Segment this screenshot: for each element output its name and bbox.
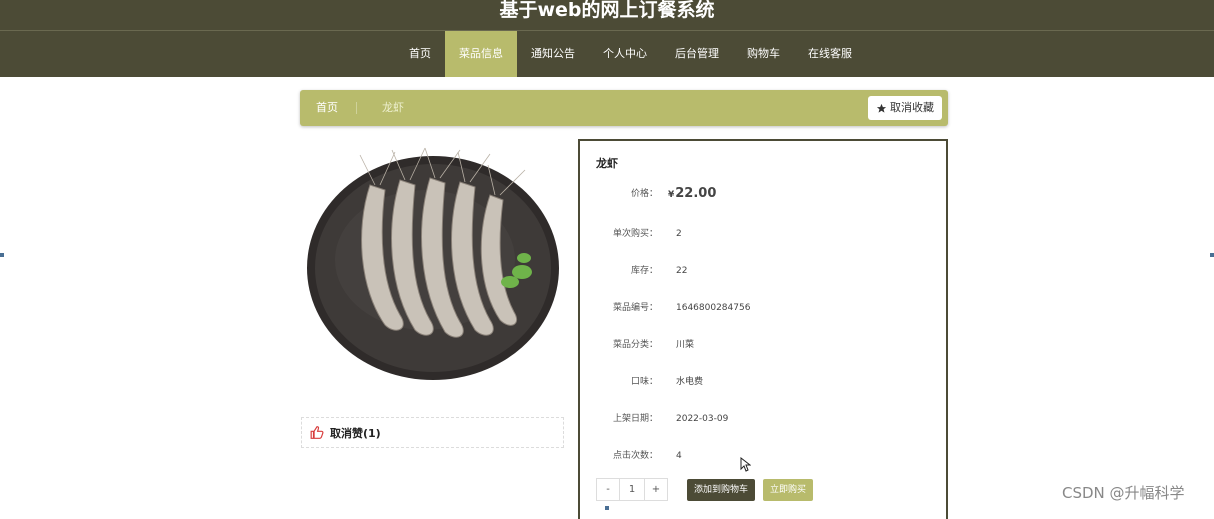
detail-value: 水电费 — [676, 377, 704, 387]
detail-label: 库存： — [630, 266, 658, 276]
detail-row: 点击次数： 4 — [580, 446, 946, 466]
detail-label: 菜品分类： — [612, 340, 658, 350]
edge-marker — [1210, 253, 1214, 257]
price-row: 价格： ¥22.00 — [580, 184, 946, 204]
detail-value: 川菜 — [676, 340, 695, 350]
unfavorite-label: 取消收藏 — [890, 101, 934, 114]
quantity-input[interactable]: 1 — [619, 479, 645, 500]
nav-item-cart[interactable]: 购物车 — [733, 31, 794, 77]
star-icon — [876, 103, 887, 113]
detail-label: 上架日期： — [612, 414, 658, 424]
unlike-label: 取消赞(1) — [330, 426, 381, 440]
detail-label: 口味： — [630, 377, 658, 387]
breadcrumb-separator — [356, 102, 357, 114]
product-detail-panel: 龙虾 价格： ¥22.00 单次购买： 2 库存： 22 菜品编号： 16468… — [578, 139, 948, 519]
detail-value: 2 — [676, 229, 682, 239]
detail-value: 2022-03-09 — [676, 414, 729, 424]
price-label: 价格： — [630, 189, 658, 199]
mouse-pointer-icon — [740, 457, 751, 472]
nav-item-notices[interactable]: 通知公告 — [517, 31, 589, 77]
site-header: 基于web的网上订餐系统 首页 菜品信息 通知公告 个人中心 后台管理 购物车 … — [0, 0, 1214, 77]
unlike-button[interactable]: 取消赞(1) — [301, 417, 564, 448]
quantity-decrease-button[interactable]: - — [597, 479, 619, 500]
detail-value: 22 — [676, 266, 688, 276]
detail-label: 菜品编号： — [612, 303, 658, 313]
detail-row: 单次购买： 2 — [580, 224, 946, 244]
add-to-cart-button[interactable]: 添加到购物车 — [687, 479, 756, 501]
detail-row: 口味： 水电费 — [580, 372, 946, 392]
product-image — [300, 140, 568, 390]
quantity-increase-button[interactable]: + — [645, 479, 667, 500]
site-title: 基于web的网上订餐系统 — [499, 0, 715, 21]
edge-marker — [0, 253, 4, 257]
watermark: CSDN @升幅科学 — [1062, 484, 1185, 502]
nav-item-dishes[interactable]: 菜品信息 — [445, 31, 517, 77]
main-nav: 首页 菜品信息 通知公告 个人中心 后台管理 购物车 在线客服 — [395, 31, 866, 77]
quantity-stepper: - 1 + — [596, 478, 668, 501]
unfavorite-button[interactable]: 取消收藏 — [868, 96, 942, 120]
price-value: ¥22.00 — [668, 184, 716, 205]
detail-label: 单次购买： — [612, 229, 658, 239]
nav-item-profile[interactable]: 个人中心 — [589, 31, 661, 77]
buy-now-button[interactable]: 立即购买 — [763, 479, 814, 501]
currency-symbol: ¥ — [668, 190, 675, 200]
thumbs-up-icon — [310, 426, 324, 439]
breadcrumb-current: 龙虾 — [382, 101, 404, 114]
detail-value: 1646800284756 — [676, 303, 751, 313]
detail-label: 点击次数： — [612, 451, 658, 461]
detail-row: 菜品分类： 川菜 — [580, 335, 946, 355]
detail-row: 库存： 22 — [580, 261, 946, 281]
nav-item-support[interactable]: 在线客服 — [794, 31, 866, 77]
nav-item-admin[interactable]: 后台管理 — [661, 31, 733, 77]
detail-row: 上架日期： 2022-03-09 — [580, 409, 946, 429]
breadcrumb-home-link[interactable]: 首页 — [316, 90, 338, 126]
product-name: 龙虾 — [596, 157, 618, 170]
nav-item-home[interactable]: 首页 — [395, 31, 445, 77]
breadcrumb: 首页 龙虾 取消收藏 — [300, 90, 948, 126]
price-amount: 22.00 — [675, 186, 717, 201]
detail-row: 菜品编号： 1646800284756 — [580, 298, 946, 318]
edge-marker — [605, 506, 609, 510]
detail-value: 4 — [676, 451, 682, 461]
